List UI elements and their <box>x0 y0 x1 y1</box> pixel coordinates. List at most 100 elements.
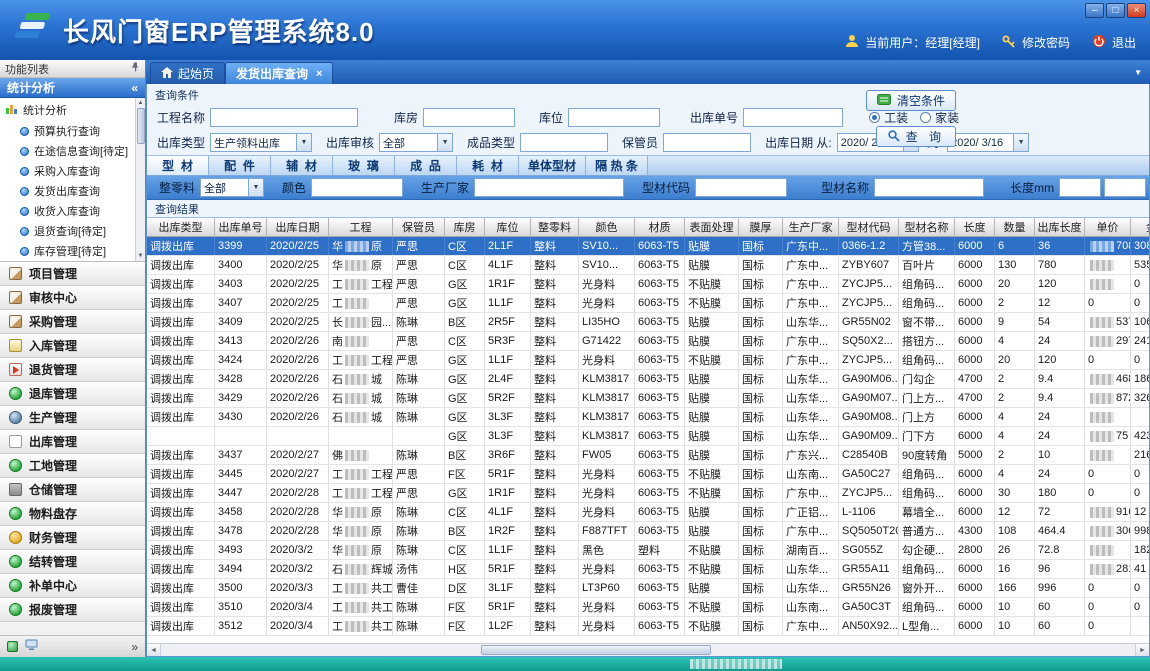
sidebar-item-财务管理[interactable]: 财务管理 <box>0 526 145 550</box>
search-button[interactable]: 查 询 <box>876 126 956 147</box>
radio-gongzhuang[interactable]: 工装 <box>869 109 908 126</box>
tree-item[interactable]: 在途信息查询[待定] <box>5 141 133 161</box>
sidebar-group-header[interactable]: 统计分析 « <box>0 78 145 98</box>
whole-select[interactable]: 全部 ▼ <box>200 178 264 197</box>
tab-list-caret-icon[interactable]: ▼ <box>1134 68 1142 77</box>
sidebar-item-仓储管理[interactable]: 仓储管理 <box>0 478 145 502</box>
table-row[interactable]: 调拨出库34072020/2/25工严思G区1L1F整料光身料6063-T5不贴… <box>147 294 1149 313</box>
hscroll-thumb[interactable] <box>481 645 711 655</box>
column-header[interactable]: 生产厂家 <box>783 218 839 236</box>
close-button[interactable]: × <box>1127 3 1146 18</box>
clear-conditions-button[interactable]: 清空条件 <box>866 90 956 111</box>
pin-icon[interactable] <box>130 62 140 75</box>
tree-item[interactable]: 预算执行查询 <box>5 121 133 141</box>
column-header[interactable]: 整零料 <box>531 218 579 236</box>
expand-icon[interactable]: » <box>131 640 138 654</box>
material-tab[interactable]: 耗 材 <box>457 156 519 175</box>
material-tab[interactable]: 单体型材 <box>519 156 586 175</box>
minimize-button[interactable]: – <box>1085 3 1104 18</box>
table-row[interactable]: 调拨出库34032020/2/25工工程严思G区1R1F整料光身料6063-T5… <box>147 275 1149 294</box>
material-tab[interactable]: 成 品 <box>395 156 457 175</box>
color-input[interactable] <box>311 178 403 197</box>
radio-jiazhuang[interactable]: 家装 <box>920 109 959 126</box>
column-header[interactable]: 材质 <box>635 218 685 236</box>
scroll-up-icon[interactable]: ▲ <box>138 98 144 108</box>
sidebar-item-出库管理[interactable]: 出库管理 <box>0 430 145 454</box>
tree-root[interactable]: 统计分析 <box>5 102 133 118</box>
location-input[interactable] <box>568 108 660 127</box>
table-row[interactable]: 调拨出库34942020/3/2石辉城汤伟H区5R1F整料光身料6063-T5不… <box>147 560 1149 579</box>
column-header[interactable]: 工程 <box>329 218 393 236</box>
tab-shipping-out-query[interactable]: 发货出库查询 × <box>225 62 333 84</box>
tree-item[interactable]: 采购入库查询 <box>5 161 133 181</box>
logout-link[interactable]: 退出 <box>1112 34 1136 51</box>
scroll-down-icon[interactable]: ▼ <box>138 251 144 261</box>
column-header[interactable]: 库房 <box>445 218 485 236</box>
project-name-input[interactable] <box>210 108 358 127</box>
sidebar-item-退货管理[interactable]: 退货管理 <box>0 358 145 382</box>
tree-item[interactable]: 库存管理[待定] <box>5 241 133 261</box>
tree-scrollbar[interactable]: ▲ ▼ <box>135 98 145 261</box>
material-tab[interactable]: 玻 璃 <box>333 156 395 175</box>
table-row[interactable]: 调拨出库34782020/2/28华原陈琳B区1R2F整料F887TFT6063… <box>147 522 1149 541</box>
column-header[interactable]: 颜色 <box>579 218 635 236</box>
product-type-input[interactable] <box>520 133 608 152</box>
sidebar-item-项目管理[interactable]: 项目管理 <box>0 262 145 286</box>
sidebar-item-生产管理[interactable]: 生产管理 <box>0 406 145 430</box>
horizontal-scrollbar[interactable]: ◄ ► <box>147 643 1149 656</box>
table-row[interactable]: 调拨出库35002020/3/3工共工程曹佳D区3L1F整料LT3P606063… <box>147 579 1149 598</box>
keeper-input[interactable] <box>663 133 751 152</box>
column-header[interactable]: 出库日期 <box>267 218 329 236</box>
material-tab[interactable]: 辅 材 <box>271 156 333 175</box>
sidebar-item-审核中心[interactable]: 审核中心 <box>0 286 145 310</box>
column-header[interactable]: 出库单号 <box>215 218 267 236</box>
tab-close-icon[interactable]: × <box>316 68 322 80</box>
sidebar-item-入库管理[interactable]: 入库管理 <box>0 334 145 358</box>
scroll-thumb[interactable] <box>137 108 145 144</box>
change-password-link[interactable]: 修改密码 <box>1022 34 1070 51</box>
table-row[interactable]: 调拨出库34132020/2/26南严思C区5R3F整料G714226063-T… <box>147 332 1149 351</box>
sidebar-item-物料盘存[interactable]: 物料盘存 <box>0 502 145 526</box>
table-row[interactable]: 调拨出库33992020/2/25华原严思C区2L1F整料SV10...6063… <box>147 237 1149 256</box>
column-header[interactable]: 出库长度 <box>1035 218 1085 236</box>
scroll-left-icon[interactable]: ◄ <box>147 644 161 656</box>
tab-home[interactable]: 起始页 <box>150 62 225 84</box>
table-row[interactable]: 调拨出库34452020/2/27工工程严思F区5R1F整料光身料6063-T5… <box>147 465 1149 484</box>
column-header[interactable]: 型材代码 <box>839 218 899 236</box>
column-header[interactable]: 表面处理 <box>685 218 739 236</box>
material-tab[interactable]: 隔 热 条 <box>586 156 648 175</box>
green-module-icon[interactable] <box>7 641 18 652</box>
collapse-icon[interactable]: « <box>131 81 138 95</box>
tree-item[interactable]: 发货出库查询 <box>5 181 133 201</box>
material-tab[interactable]: 型 材 <box>147 156 209 175</box>
table-row[interactable]: 调拨出库34472020/2/28工工程严思G区1R1F整料光身料6063-T5… <box>147 484 1149 503</box>
out-type-select[interactable]: 生产领料出库 ▼ <box>210 133 312 152</box>
table-row[interactable]: 调拨出库34932020/3/2华原陈琳C区1L1F整料黑色塑料不贴膜国标湖南百… <box>147 541 1149 560</box>
column-header[interactable]: 单价 <box>1085 218 1131 236</box>
maximize-button[interactable]: □ <box>1106 3 1125 18</box>
table-row[interactable]: 调拨出库35102020/3/4工共工程陈琳F区5R1F整料光身料6063-T5… <box>147 598 1149 617</box>
length-min-input[interactable] <box>1059 178 1101 197</box>
sidebar-item-补单中心[interactable]: 补单中心 <box>0 574 145 598</box>
table-row[interactable]: 调拨出库34292020/2/26石城陈琳G区5R2F整料KLM38176063… <box>147 389 1149 408</box>
order-no-input[interactable] <box>743 108 843 127</box>
table-row[interactable]: 调拨出库34092020/2/25长园...陈琳B区2R5F整料LI35HO60… <box>147 313 1149 332</box>
table-row[interactable]: 调拨出库34282020/2/26石城陈琳G区2L4F整料KLM38176063… <box>147 370 1149 389</box>
column-header[interactable]: 保管员 <box>393 218 445 236</box>
column-header[interactable]: 型材名称 <box>899 218 955 236</box>
profile-code-input[interactable] <box>695 178 787 197</box>
material-tab[interactable]: 配 件 <box>209 156 271 175</box>
table-row[interactable]: 调拨出库34002020/2/25华原严思C区4L1F整料SV10...6063… <box>147 256 1149 275</box>
column-header[interactable]: 膜厚 <box>739 218 783 236</box>
column-header[interactable]: 数量 <box>995 218 1035 236</box>
sidebar-item-结转管理[interactable]: 结转管理 <box>0 550 145 574</box>
audit-select[interactable]: 全部 ▼ <box>379 133 453 152</box>
column-header[interactable]: 长度 <box>955 218 995 236</box>
length-max-input[interactable] <box>1104 178 1146 197</box>
profile-name-input[interactable] <box>874 178 984 197</box>
table-row[interactable]: 调拨出库34302020/2/26石城陈琳G区3L3F整料KLM38176063… <box>147 408 1149 427</box>
scroll-right-icon[interactable]: ► <box>1135 644 1149 656</box>
sidebar-item-报废管理[interactable]: 报废管理 <box>0 598 145 622</box>
sidebar-item-退库管理[interactable]: 退库管理 <box>0 382 145 406</box>
table-row[interactable]: 调拨出库35122020/3/4工共工程陈琳F区1L2F整料光身料6063-T5… <box>147 617 1149 636</box>
